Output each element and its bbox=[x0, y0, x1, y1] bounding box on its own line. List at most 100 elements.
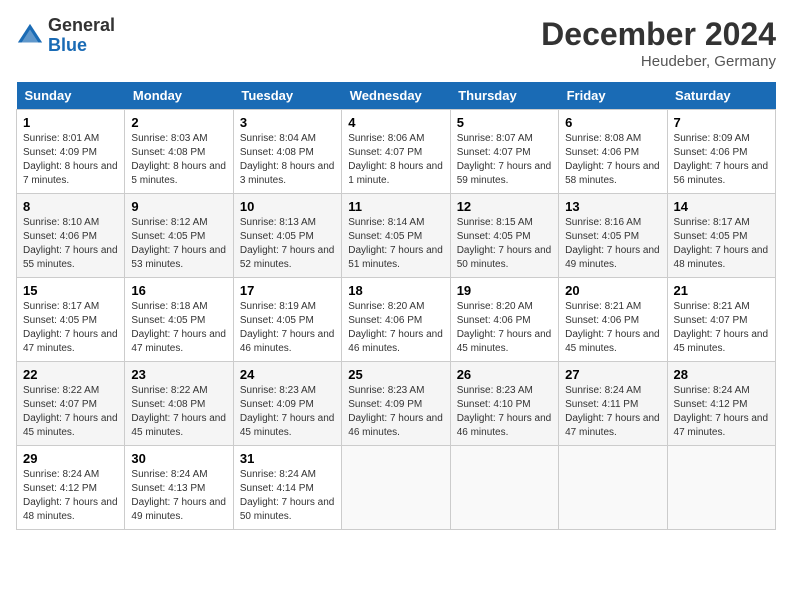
day-cell-30: 30 Sunrise: 8:24 AM Sunset: 4:13 PM Dayl… bbox=[125, 446, 233, 530]
col-sunday: Sunday bbox=[17, 82, 125, 110]
week-row-5: 29 Sunrise: 8:24 AM Sunset: 4:12 PM Dayl… bbox=[17, 446, 776, 530]
title-block: December 2024 Heudeber, Germany bbox=[541, 16, 776, 70]
day-info: Sunrise: 8:22 AM Sunset: 4:08 PM Dayligh… bbox=[131, 384, 226, 440]
col-thursday: Thursday bbox=[450, 82, 558, 110]
day-cell-20: 20 Sunrise: 8:21 AM Sunset: 4:06 PM Dayl… bbox=[559, 278, 667, 362]
day-number: 1 bbox=[23, 115, 118, 130]
day-info: Sunrise: 8:01 AM Sunset: 4:09 PM Dayligh… bbox=[23, 132, 118, 188]
day-info: Sunrise: 8:22 AM Sunset: 4:07 PM Dayligh… bbox=[23, 384, 118, 440]
col-saturday: Saturday bbox=[667, 82, 775, 110]
day-info: Sunrise: 8:03 AM Sunset: 4:08 PM Dayligh… bbox=[131, 132, 226, 188]
day-cell-29: 29 Sunrise: 8:24 AM Sunset: 4:12 PM Dayl… bbox=[17, 446, 125, 530]
day-info: Sunrise: 8:13 AM Sunset: 4:05 PM Dayligh… bbox=[240, 216, 335, 272]
col-monday: Monday bbox=[125, 82, 233, 110]
day-info: Sunrise: 8:21 AM Sunset: 4:06 PM Dayligh… bbox=[565, 300, 660, 356]
day-info: Sunrise: 8:17 AM Sunset: 4:05 PM Dayligh… bbox=[674, 216, 769, 272]
day-cell-3: 3 Sunrise: 8:04 AM Sunset: 4:08 PM Dayli… bbox=[233, 110, 341, 194]
day-cell-17: 17 Sunrise: 8:19 AM Sunset: 4:05 PM Dayl… bbox=[233, 278, 341, 362]
day-number: 26 bbox=[457, 367, 552, 382]
day-info: Sunrise: 8:24 AM Sunset: 4:12 PM Dayligh… bbox=[674, 384, 769, 440]
week-row-2: 8 Sunrise: 8:10 AM Sunset: 4:06 PM Dayli… bbox=[17, 194, 776, 278]
day-cell-23: 23 Sunrise: 8:22 AM Sunset: 4:08 PM Dayl… bbox=[125, 362, 233, 446]
day-number: 12 bbox=[457, 199, 552, 214]
day-number: 16 bbox=[131, 283, 226, 298]
day-number: 8 bbox=[23, 199, 118, 214]
day-cell-4: 4 Sunrise: 8:06 AM Sunset: 4:07 PM Dayli… bbox=[342, 110, 450, 194]
day-number: 5 bbox=[457, 115, 552, 130]
day-info: Sunrise: 8:23 AM Sunset: 4:09 PM Dayligh… bbox=[240, 384, 335, 440]
day-info: Sunrise: 8:10 AM Sunset: 4:06 PM Dayligh… bbox=[23, 216, 118, 272]
day-info: Sunrise: 8:20 AM Sunset: 4:06 PM Dayligh… bbox=[457, 300, 552, 356]
day-cell-15: 15 Sunrise: 8:17 AM Sunset: 4:05 PM Dayl… bbox=[17, 278, 125, 362]
day-info: Sunrise: 8:24 AM Sunset: 4:11 PM Dayligh… bbox=[565, 384, 660, 440]
day-info: Sunrise: 8:19 AM Sunset: 4:05 PM Dayligh… bbox=[240, 300, 335, 356]
empty-cell bbox=[342, 446, 450, 530]
day-number: 7 bbox=[674, 115, 769, 130]
day-info: Sunrise: 8:17 AM Sunset: 4:05 PM Dayligh… bbox=[23, 300, 118, 356]
day-cell-25: 25 Sunrise: 8:23 AM Sunset: 4:09 PM Dayl… bbox=[342, 362, 450, 446]
day-cell-24: 24 Sunrise: 8:23 AM Sunset: 4:09 PM Dayl… bbox=[233, 362, 341, 446]
day-number: 24 bbox=[240, 367, 335, 382]
day-number: 13 bbox=[565, 199, 660, 214]
day-info: Sunrise: 8:07 AM Sunset: 4:07 PM Dayligh… bbox=[457, 132, 552, 188]
day-info: Sunrise: 8:24 AM Sunset: 4:13 PM Dayligh… bbox=[131, 468, 226, 524]
day-info: Sunrise: 8:21 AM Sunset: 4:07 PM Dayligh… bbox=[674, 300, 769, 356]
col-wednesday: Wednesday bbox=[342, 82, 450, 110]
day-number: 14 bbox=[674, 199, 769, 214]
day-number: 10 bbox=[240, 199, 335, 214]
day-info: Sunrise: 8:14 AM Sunset: 4:05 PM Dayligh… bbox=[348, 216, 443, 272]
day-info: Sunrise: 8:24 AM Sunset: 4:14 PM Dayligh… bbox=[240, 468, 335, 524]
day-number: 22 bbox=[23, 367, 118, 382]
day-info: Sunrise: 8:20 AM Sunset: 4:06 PM Dayligh… bbox=[348, 300, 443, 356]
day-number: 20 bbox=[565, 283, 660, 298]
logo: General Blue bbox=[16, 16, 115, 56]
day-info: Sunrise: 8:24 AM Sunset: 4:12 PM Dayligh… bbox=[23, 468, 118, 524]
day-info: Sunrise: 8:15 AM Sunset: 4:05 PM Dayligh… bbox=[457, 216, 552, 272]
day-info: Sunrise: 8:23 AM Sunset: 4:10 PM Dayligh… bbox=[457, 384, 552, 440]
week-row-3: 15 Sunrise: 8:17 AM Sunset: 4:05 PM Dayl… bbox=[17, 278, 776, 362]
day-cell-5: 5 Sunrise: 8:07 AM Sunset: 4:07 PM Dayli… bbox=[450, 110, 558, 194]
day-info: Sunrise: 8:16 AM Sunset: 4:05 PM Dayligh… bbox=[565, 216, 660, 272]
logo-general-text: General bbox=[48, 15, 115, 35]
header-row: Sunday Monday Tuesday Wednesday Thursday… bbox=[17, 82, 776, 110]
day-number: 9 bbox=[131, 199, 226, 214]
day-info: Sunrise: 8:12 AM Sunset: 4:05 PM Dayligh… bbox=[131, 216, 226, 272]
day-info: Sunrise: 8:18 AM Sunset: 4:05 PM Dayligh… bbox=[131, 300, 226, 356]
page-header: General Blue December 2024 Heudeber, Ger… bbox=[16, 16, 776, 70]
col-tuesday: Tuesday bbox=[233, 82, 341, 110]
day-cell-22: 22 Sunrise: 8:22 AM Sunset: 4:07 PM Dayl… bbox=[17, 362, 125, 446]
day-info: Sunrise: 8:06 AM Sunset: 4:07 PM Dayligh… bbox=[348, 132, 443, 188]
day-number: 6 bbox=[565, 115, 660, 130]
day-info: Sunrise: 8:08 AM Sunset: 4:06 PM Dayligh… bbox=[565, 132, 660, 188]
day-cell-16: 16 Sunrise: 8:18 AM Sunset: 4:05 PM Dayl… bbox=[125, 278, 233, 362]
day-number: 11 bbox=[348, 199, 443, 214]
day-cell-14: 14 Sunrise: 8:17 AM Sunset: 4:05 PM Dayl… bbox=[667, 194, 775, 278]
week-row-4: 22 Sunrise: 8:22 AM Sunset: 4:07 PM Dayl… bbox=[17, 362, 776, 446]
day-info: Sunrise: 8:04 AM Sunset: 4:08 PM Dayligh… bbox=[240, 132, 335, 188]
calendar-table: Sunday Monday Tuesday Wednesday Thursday… bbox=[16, 82, 776, 530]
logo-blue-text: Blue bbox=[48, 35, 87, 55]
week-row-1: 1 Sunrise: 8:01 AM Sunset: 4:09 PM Dayli… bbox=[17, 110, 776, 194]
day-cell-18: 18 Sunrise: 8:20 AM Sunset: 4:06 PM Dayl… bbox=[342, 278, 450, 362]
day-number: 4 bbox=[348, 115, 443, 130]
day-number: 28 bbox=[674, 367, 769, 382]
day-number: 27 bbox=[565, 367, 660, 382]
day-number: 21 bbox=[674, 283, 769, 298]
empty-cell bbox=[450, 446, 558, 530]
day-cell-6: 6 Sunrise: 8:08 AM Sunset: 4:06 PM Dayli… bbox=[559, 110, 667, 194]
day-info: Sunrise: 8:09 AM Sunset: 4:06 PM Dayligh… bbox=[674, 132, 769, 188]
day-cell-10: 10 Sunrise: 8:13 AM Sunset: 4:05 PM Dayl… bbox=[233, 194, 341, 278]
day-cell-28: 28 Sunrise: 8:24 AM Sunset: 4:12 PM Dayl… bbox=[667, 362, 775, 446]
day-number: 3 bbox=[240, 115, 335, 130]
day-number: 17 bbox=[240, 283, 335, 298]
day-cell-8: 8 Sunrise: 8:10 AM Sunset: 4:06 PM Dayli… bbox=[17, 194, 125, 278]
day-number: 2 bbox=[131, 115, 226, 130]
month-year-title: December 2024 bbox=[541, 16, 776, 53]
empty-cell bbox=[559, 446, 667, 530]
day-number: 15 bbox=[23, 283, 118, 298]
day-cell-21: 21 Sunrise: 8:21 AM Sunset: 4:07 PM Dayl… bbox=[667, 278, 775, 362]
col-friday: Friday bbox=[559, 82, 667, 110]
day-number: 18 bbox=[348, 283, 443, 298]
day-info: Sunrise: 8:23 AM Sunset: 4:09 PM Dayligh… bbox=[348, 384, 443, 440]
day-cell-9: 9 Sunrise: 8:12 AM Sunset: 4:05 PM Dayli… bbox=[125, 194, 233, 278]
